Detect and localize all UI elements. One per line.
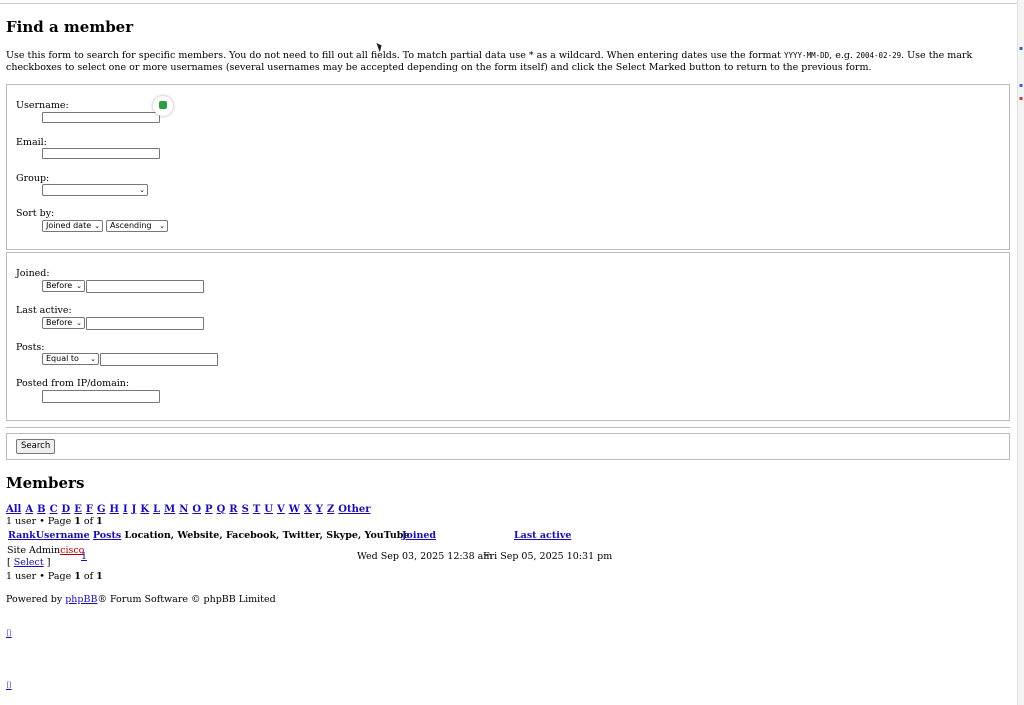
pagination-bottom: 1 user • Page 1 of 1 [6, 571, 103, 582]
last-active-label: Last active: [16, 305, 72, 316]
letter-filter-link[interactable]: M [164, 504, 175, 515]
posts-label: Posts: [16, 342, 45, 353]
letter-filter-link[interactable]: X [304, 504, 312, 515]
letter-filter-link[interactable]: H [110, 504, 119, 515]
ip-label: Posted from IP/domain: [16, 378, 130, 389]
username-label: Username: [16, 100, 69, 111]
letter-filter-link[interactable]: I [123, 504, 128, 515]
letter-filter-link[interactable]: Z [327, 504, 334, 515]
sort-field-select[interactable]: Joined date ⌄ [42, 220, 103, 232]
last-active-op-select[interactable]: Before ⌄ [42, 317, 85, 329]
joined-op-select[interactable]: Before ⌄ [42, 280, 85, 292]
page-title: Find a member [6, 18, 134, 36]
letter-filter-link[interactable]: All [6, 504, 21, 515]
letter-filter-link[interactable]: W [289, 504, 300, 515]
side-mark: ▪ [1019, 45, 1024, 52]
select-wrapper: [ Select ] [7, 557, 51, 568]
pagination-top: 1 user • Page 1 of 1 [6, 516, 103, 527]
search-panel-advanced: Joined: Before ⌄ Last active: Before ⌄ Pos… [6, 252, 1010, 421]
side-mark: ▪ [1019, 95, 1024, 102]
ip-input[interactable] [42, 390, 160, 403]
chevron-down-icon: ⌄ [76, 319, 82, 327]
letter-filter-bar: All A B C D E F G H I J K L M N O P Q R S T U V W X Y Z Other [6, 504, 374, 515]
chevron-down-icon: ⌄ [76, 282, 82, 290]
letter-filter-link[interactable]: N [179, 504, 188, 515]
letter-filter-link[interactable]: J [132, 504, 137, 515]
letter-filter-link[interactable]: R [229, 504, 237, 515]
letter-filter-link[interactable]: D [62, 504, 71, 515]
letter-filter-link[interactable]: P [205, 504, 213, 515]
table-header: RankUsername Posts Location, Website, Fa… [8, 530, 409, 541]
letter-filter-link[interactable]: G [97, 504, 106, 515]
letter-filter-link[interactable]: Other [338, 504, 370, 515]
divider [6, 427, 1010, 429]
letter-filter-link[interactable]: Y [316, 504, 323, 515]
letter-filter-link[interactable]: K [140, 504, 149, 515]
group-label: Group: [16, 173, 50, 184]
autofill-extension-icon[interactable] [153, 96, 173, 116]
joined-date-input[interactable] [86, 280, 204, 293]
member-rank: Site Admin [7, 545, 61, 556]
phpbb-link[interactable]: phpBB [65, 594, 97, 605]
letter-filter-link[interactable]: U [264, 504, 273, 515]
member-posts-link[interactable]: 1 [81, 551, 87, 562]
letter-filter-link[interactable]: E [74, 504, 82, 515]
chevron-down-icon: ⌄ [90, 355, 96, 363]
footer-powered: Powered by phpBB® Forum Software © phpBB… [6, 594, 276, 605]
member-last-active: Fri Sep 05, 2025 10:31 pm [483, 551, 613, 562]
username-input[interactable] [42, 112, 160, 123]
letter-filter-link[interactable]: O [192, 504, 201, 515]
top-divider [0, 3, 1018, 4]
table-row: Site Admincisco [7, 545, 84, 556]
sortby-label: Sort by: [16, 208, 55, 219]
col-joined-link[interactable]: Joined [402, 530, 436, 541]
col-last-active-link[interactable]: Last active [514, 530, 571, 541]
email-label: Email: [16, 137, 47, 148]
chevron-down-icon: ⌄ [159, 222, 165, 230]
side-mark: ▪ [1019, 82, 1024, 89]
letter-filter-link[interactable]: C [50, 504, 58, 515]
col-info-label: Location, Website, Facebook, Twitter, Sk… [124, 530, 410, 541]
letter-filter-link[interactable]: T [253, 504, 260, 515]
letter-filter-link[interactable]: Q [217, 504, 226, 515]
side-scrollbar[interactable]: ▪ ▪ ▪ [1017, 0, 1024, 705]
members-heading: Members [6, 474, 85, 492]
select-member-link[interactable]: Select [14, 557, 44, 568]
group-select[interactable]: ⌄ [42, 184, 148, 196]
search-button-panel [6, 433, 1010, 460]
last-active-date-input[interactable] [86, 317, 204, 330]
col-username-link[interactable]: Username [36, 530, 90, 541]
footer-link-icon[interactable]: ⌷ [6, 680, 12, 691]
letter-filter-link[interactable]: L [153, 504, 160, 515]
letter-filter-link[interactable]: A [25, 504, 33, 515]
member-joined: Wed Sep 03, 2025 12:38 am [357, 551, 493, 562]
sort-order-select[interactable]: Ascending ⌄ [106, 220, 168, 232]
letter-filter-link[interactable]: B [37, 504, 45, 515]
intro-text: Use this form to search for specific mem… [6, 50, 973, 73]
chevron-down-icon: ⌄ [139, 186, 145, 194]
joined-label: Joined: [16, 268, 50, 279]
footer-link-icon[interactable]: ⌷ [6, 628, 12, 639]
posts-op-select[interactable]: Equal to ⌄ [42, 353, 99, 365]
col-posts-link[interactable]: Posts [93, 530, 121, 541]
letter-filter-link[interactable]: S [242, 504, 249, 515]
letter-filter-link[interactable]: F [86, 504, 93, 515]
letter-filter-link[interactable]: V [277, 504, 285, 515]
chevron-down-icon: ⌄ [94, 222, 100, 230]
search-button[interactable]: Search [16, 439, 56, 454]
posts-input[interactable] [100, 353, 218, 366]
col-rank-link[interactable]: Rank [8, 530, 36, 541]
email-input[interactable] [42, 148, 160, 159]
